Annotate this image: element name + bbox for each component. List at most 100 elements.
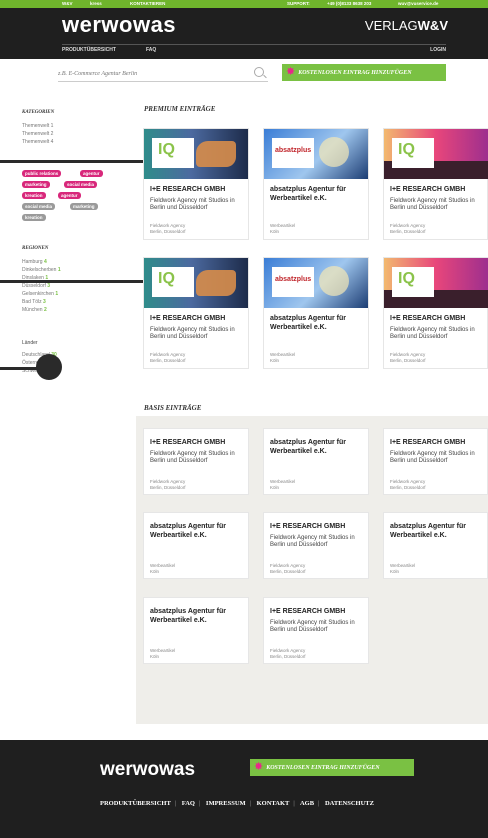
search-icon[interactable] — [254, 67, 264, 77]
premium-card[interactable]: IQ I+E RESEARCH GMBH Fieldwork Agency mit… — [143, 128, 249, 240]
region-item[interactable]: Bad Tölz 3 — [22, 299, 46, 305]
search-input[interactable] — [58, 68, 238, 80]
add-entry-button[interactable]: ✸ KOSTENLOSEN EINTRAG HINZUFÜGEN — [282, 64, 446, 81]
card-location: Berlin, Düsseldorf — [150, 229, 186, 234]
footer-nav-produktuebersicht[interactable]: PRODUKTÜBERSICHT — [100, 800, 171, 807]
footer-separator: | — [249, 800, 251, 807]
card-location: Berlin, Düsseldorf — [390, 485, 426, 490]
tag-marketing-2[interactable]: marketing — [70, 203, 98, 210]
basis-card[interactable]: I+E RESEARCH GMBH Fieldwork Agency mit St… — [383, 428, 488, 495]
region-item[interactable]: Dinkelscherben 1 — [22, 267, 61, 273]
tag-public-relations[interactable]: public relations — [22, 170, 62, 177]
kress-logo[interactable]: kress — [90, 0, 102, 8]
company-logo: IQ — [152, 138, 194, 168]
category-item[interactable]: Themenwelt 1 — [22, 123, 53, 129]
countries-heading: Länder — [22, 340, 38, 346]
card-title: absatzplus Agentur für Werbeartikel e.K. — [270, 439, 346, 455]
card-description: Fieldwork Agency mit Studios in Berlin u… — [150, 197, 235, 212]
footer-add-entry-label: KOSTENLOSEN EINTRAG HINZUFÜGEN — [266, 764, 380, 771]
footer-nav-impressum[interactable]: IMPRESSUM — [206, 800, 246, 807]
card-description: Fieldwork Agency mit Studios in Berlin u… — [150, 450, 235, 465]
card-title: I+E RESEARCH GMBH — [150, 439, 226, 446]
verlag-logo[interactable]: VERLAGW&V — [365, 18, 448, 33]
site-logo[interactable]: werwowas — [62, 12, 176, 38]
footer-nav-datenschutz[interactable]: DATENSCHUTZ — [325, 800, 374, 807]
card-title: absatzplus Agentur für Werbeartikel e.K. — [270, 315, 346, 331]
company-logo: IQ — [152, 267, 194, 297]
premium-card[interactable]: absatzplus absatzplus Agentur für Werbea… — [263, 257, 369, 369]
region-item[interactable]: Düsseldorf 3 — [22, 283, 50, 289]
premium-card[interactable]: IQ I+E RESEARCH GMBH Fieldwork Agency mit… — [383, 257, 488, 369]
tag-marketing[interactable]: marketing — [22, 181, 50, 188]
card-location: Berlin, Düsseldorf — [150, 485, 186, 490]
hand-photo — [196, 141, 236, 167]
region-name: Bad Tölz — [22, 299, 42, 305]
login-link[interactable]: LOGIN — [430, 47, 446, 53]
wuv-logo[interactable]: W&V — [62, 0, 73, 8]
region-count: 1 — [55, 291, 59, 297]
card-title: I+E RESEARCH GMBH — [150, 315, 226, 322]
nav-faq[interactable]: FAQ — [146, 47, 156, 53]
sun-photo — [319, 137, 349, 167]
category-item[interactable]: Themenwelt 4 — [22, 139, 53, 145]
tag-agentur[interactable]: agentur — [80, 170, 103, 177]
region-item[interactable]: Gelsenkirchen 1 — [22, 291, 58, 297]
region-count: 4 — [43, 259, 47, 265]
tag-kreation[interactable]: kreation — [22, 192, 46, 199]
add-entry-label: KOSTENLOSEN EINTRAG HINZUFÜGEN — [298, 69, 412, 76]
region-item[interactable]: München 2 — [22, 307, 47, 313]
category-item[interactable]: Themenwelt 2 — [22, 131, 53, 137]
card-description: Fieldwork Agency mit Studios in Berlin u… — [270, 534, 355, 549]
main-nav: PRODUKTÜBERSICHT FAQ LOGIN — [62, 44, 446, 54]
basis-card[interactable]: absatzplus Agentur für Werbeartikel e.K.… — [263, 428, 369, 495]
contact-link[interactable]: KONTAKTIEREN — [130, 0, 165, 8]
premium-card[interactable]: IQ I+E RESEARCH GMBH Fieldwork Agency mit… — [383, 128, 488, 240]
header: werwowas VERLAGW&V PRODUKTÜBERSICHT FAQ … — [0, 8, 488, 59]
region-item[interactable]: Hamburg 4 — [22, 259, 47, 265]
premium-card[interactable]: absatzplus absatzplus Agentur für Werbea… — [263, 128, 369, 240]
basis-card[interactable]: I+E RESEARCH GMBH Fieldwork Agency mit St… — [263, 597, 369, 664]
support-phone[interactable]: +49 (0)8133 8638 203 — [327, 0, 371, 8]
pointer-line — [0, 280, 160, 283]
card-description: Fieldwork Agency mit Studios in Berlin u… — [390, 450, 475, 465]
premium-card[interactable]: IQ I+E RESEARCH GMBH Fieldwork Agency mit… — [143, 257, 249, 369]
basis-card[interactable]: I+E RESEARCH GMBH Fieldwork Agency mit St… — [143, 428, 249, 495]
card-location: Berlin, Düsseldorf — [270, 654, 306, 659]
footer-logo[interactable]: werwowas — [100, 759, 195, 781]
footer-separator: | — [293, 800, 295, 807]
footer-nav: PRODUKTÜBERSICHT | FAQ | IMPRESSUM | KONTAK… — [100, 800, 378, 807]
star-icon: ✸ — [286, 66, 296, 78]
footer-nav-agb[interactable]: AGB — [300, 800, 314, 807]
company-logo: IQ — [392, 267, 434, 297]
basis-card[interactable]: absatzplus Agentur für Werbeartikel e.K.… — [143, 512, 249, 579]
tag-agentur-2[interactable]: agentur — [58, 192, 81, 199]
support-email[interactable]: wuv@vuservice.de — [398, 0, 438, 8]
basis-card[interactable]: absatzplus Agentur für Werbeartikel e.K.… — [143, 597, 249, 664]
card-location: Köln — [390, 569, 400, 574]
card-location: Köln — [270, 229, 280, 234]
card-location: Köln — [150, 569, 160, 574]
footer-nav-kontakt[interactable]: KONTAKT — [257, 800, 290, 807]
card-title: I+E RESEARCH GMBH — [390, 186, 466, 193]
region-name: Hamburg — [22, 259, 43, 265]
region-count: 1 — [57, 267, 61, 273]
basis-card[interactable]: absatzplus Agentur für Werbeartikel e.K.… — [383, 512, 488, 579]
basis-card[interactable]: I+E RESEARCH GMBH Fieldwork Agency mit St… — [263, 512, 369, 579]
region-count: 3 — [43, 299, 46, 305]
card-description: Fieldwork Agency mit Studios in Berlin u… — [390, 197, 475, 212]
card-title: absatzplus Agentur für Werbeartikel e.K. — [270, 186, 346, 202]
card-image: absatzplus — [264, 258, 368, 308]
tag-kreation-2[interactable]: kreation — [22, 214, 46, 221]
tag-social-media-2[interactable]: social media — [22, 203, 56, 210]
footer-add-entry-button[interactable]: ✸ KOSTENLOSEN EINTRAG HINZUFÜGEN — [250, 759, 414, 776]
pointer-dot — [36, 354, 62, 380]
region-name: Düsseldorf — [22, 283, 46, 289]
card-location: Berlin, Düsseldorf — [390, 229, 426, 234]
card-title: I+E RESEARCH GMBH — [390, 439, 466, 446]
support-label: SUPPORT: — [287, 1, 310, 6]
nav-produktuebersicht[interactable]: PRODUKTÜBERSICHT — [62, 47, 116, 53]
card-title: absatzplus Agentur für Werbeartikel e.K. — [150, 523, 226, 539]
tag-social-media[interactable]: social media — [64, 181, 98, 188]
sun-photo — [319, 266, 349, 296]
footer-nav-faq[interactable]: FAQ — [182, 800, 195, 807]
